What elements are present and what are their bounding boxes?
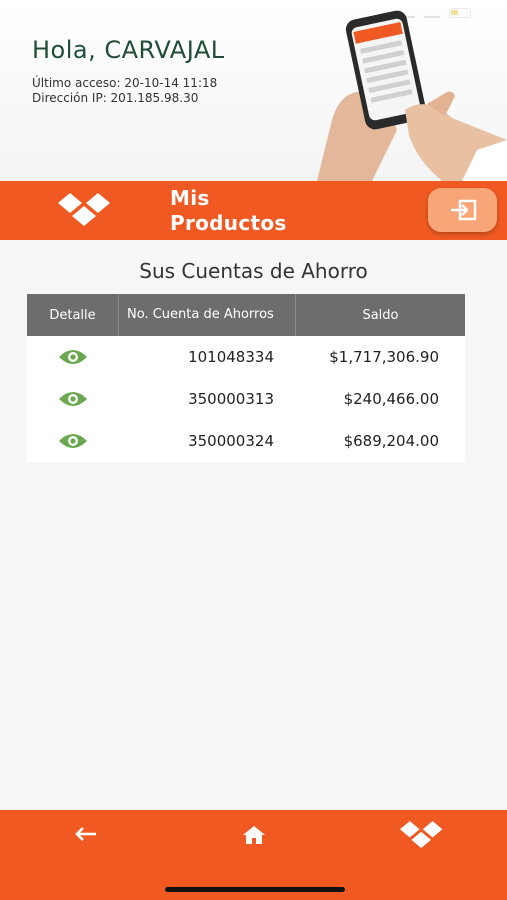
ip-address-text: Dirección IP: 201.185.98.30	[32, 91, 199, 105]
logout-button[interactable]	[428, 188, 497, 232]
account-number: 350000313	[188, 390, 274, 408]
eye-icon[interactable]	[58, 348, 88, 366]
brand-logo-icon	[58, 193, 110, 226]
detail-cell	[27, 432, 119, 450]
eye-icon[interactable]	[58, 432, 88, 450]
page-title-line1: Mis	[170, 186, 210, 210]
brand-logo-icon	[400, 821, 443, 849]
back-button[interactable]	[64, 820, 108, 848]
page-title-line2: Productos	[170, 211, 287, 235]
column-header-balance: Saldo	[362, 307, 399, 323]
table-row: 350000324 $689,204.00	[27, 420, 465, 462]
detail-cell	[27, 348, 119, 366]
accounts-table: Detalle No. Cuenta de Ahorros Saldo 1010…	[27, 294, 465, 462]
account-balance: $240,466.00	[343, 390, 439, 408]
page-title: Mis Productos	[170, 186, 287, 236]
greeting-text: Hola, CARVAJAL	[32, 36, 225, 64]
section-title: Sus Cuentas de Ahorro	[139, 259, 368, 283]
account-number: 101048334	[188, 348, 274, 366]
logout-icon	[450, 199, 476, 221]
table-row: 101048334 $1,717,306.90	[27, 336, 465, 378]
account-balance: $1,717,306.90	[329, 348, 439, 366]
brand-menu-button[interactable]	[396, 818, 448, 852]
detail-cell	[27, 390, 119, 408]
account-number: 350000324	[188, 432, 274, 450]
table-header: Detalle No. Cuenta de Ahorros Saldo	[27, 294, 465, 336]
last-access-text: Último acceso: 20-10-14 11:18	[32, 76, 218, 90]
eye-icon[interactable]	[58, 390, 88, 408]
column-header-account: No. Cuenta de Ahorros	[119, 294, 296, 336]
column-header-detail: Detalle	[27, 294, 119, 336]
account-balance: $689,204.00	[343, 432, 439, 450]
home-icon	[243, 826, 265, 844]
home-button[interactable]	[232, 820, 276, 850]
session-info: Último acceso: 20-10-14 11:18 Dirección …	[32, 76, 217, 106]
hand-holding-phone-image	[317, 10, 507, 181]
home-indicator	[165, 887, 345, 892]
back-arrow-icon	[75, 827, 96, 841]
hero-banner: Hola, CARVAJAL Último acceso: 20-10-14 1…	[0, 0, 507, 181]
table-row: 350000313 $240,466.00	[27, 378, 465, 420]
